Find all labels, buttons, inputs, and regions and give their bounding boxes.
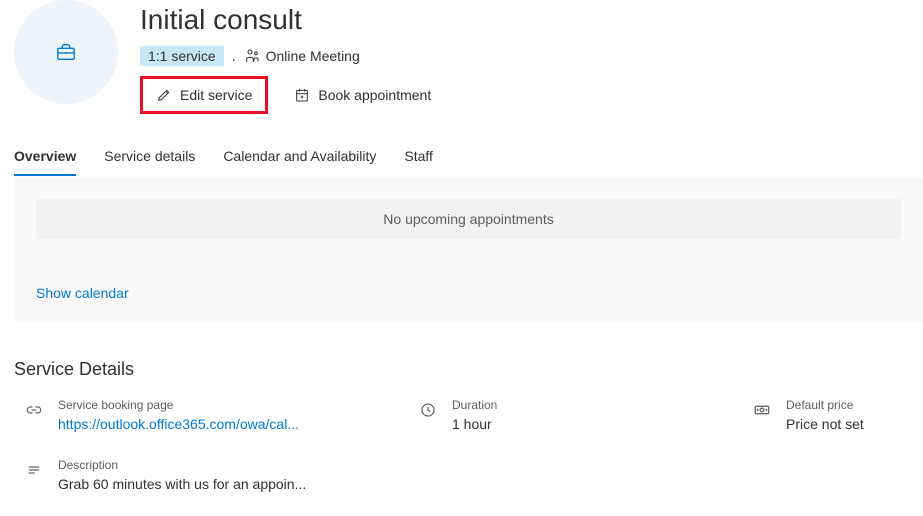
tab-staff[interactable]: Staff: [404, 138, 433, 176]
detail-booking-page: Service booking page https://outlook.off…: [24, 398, 404, 432]
edit-service-highlight: Edit service: [140, 76, 268, 114]
appointments-panel: No upcoming appointments Show calendar: [14, 177, 923, 323]
clock-icon: [418, 400, 438, 420]
detail-duration: Duration 1 hour: [418, 398, 738, 432]
booking-page-label: Service booking page: [58, 398, 404, 412]
separator-dot: .: [232, 48, 236, 64]
description-icon: [24, 460, 44, 480]
default-price-label: Default price: [786, 398, 899, 412]
default-price-value: Price not set: [786, 416, 899, 432]
edit-service-label: Edit service: [180, 87, 252, 103]
meeting-type-label: Online Meeting: [266, 48, 360, 64]
booking-page-link[interactable]: https://outlook.office365.com/owa/cal...: [58, 416, 404, 432]
description-value: Grab 60 minutes with us for an appoin...: [58, 476, 404, 492]
teams-icon: [244, 48, 260, 64]
calendar-plus-icon: [294, 87, 310, 103]
tab-overview[interactable]: Overview: [14, 138, 76, 176]
link-icon: [24, 400, 44, 420]
detail-description: Description Grab 60 minutes with us for …: [24, 458, 404, 492]
show-calendar-link[interactable]: Show calendar: [36, 285, 129, 301]
meeting-type: Online Meeting: [244, 48, 360, 64]
briefcase-icon: [55, 41, 77, 63]
book-appointment-button[interactable]: Book appointment: [282, 80, 443, 110]
tab-calendar-availability[interactable]: Calendar and Availability: [223, 138, 376, 176]
service-avatar: [14, 0, 118, 104]
service-details-grid: Service booking page https://outlook.off…: [0, 398, 923, 492]
money-icon: [752, 400, 772, 420]
description-label: Description: [58, 458, 404, 472]
service-header: Initial consult 1:1 service . Online Mee…: [0, 0, 923, 138]
pencil-icon: [156, 87, 172, 103]
duration-label: Duration: [452, 398, 738, 412]
page-title: Initial consult: [140, 4, 909, 36]
edit-service-button[interactable]: Edit service: [144, 80, 264, 110]
tabs: Overview Service details Calendar and Av…: [0, 138, 923, 177]
service-details-heading: Service Details: [0, 323, 923, 398]
detail-default-price: Default price Price not set: [752, 398, 899, 432]
duration-value: 1 hour: [452, 416, 738, 432]
no-appointments-message: No upcoming appointments: [36, 199, 901, 239]
service-type-badge: 1:1 service: [140, 46, 224, 66]
tab-service-details[interactable]: Service details: [104, 138, 195, 176]
book-appointment-label: Book appointment: [318, 87, 431, 103]
